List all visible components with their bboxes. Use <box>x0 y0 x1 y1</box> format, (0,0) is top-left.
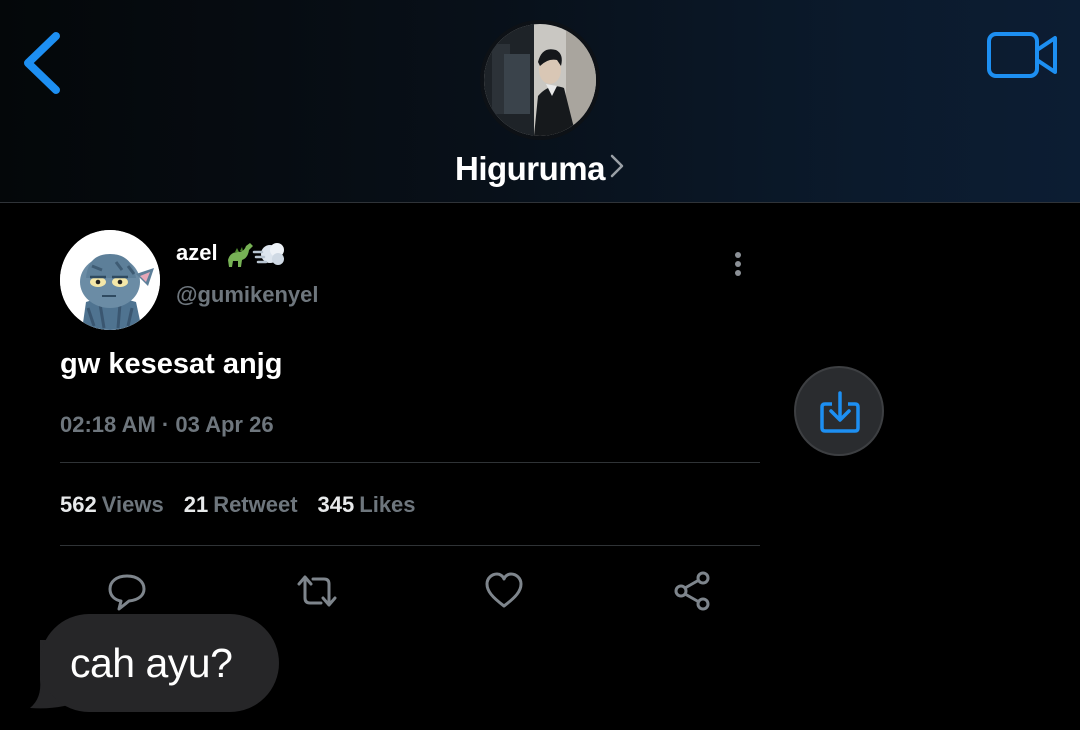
more-vertical-icon <box>735 252 741 276</box>
divider <box>60 462 760 463</box>
contact-name-button[interactable]: Higuruma <box>0 150 1080 188</box>
tweet-author-avatar[interactable] <box>60 230 160 330</box>
likes-label: Likes <box>359 492 416 517</box>
video-call-button[interactable] <box>985 30 1061 80</box>
views-label: Views <box>101 492 164 517</box>
like-icon <box>485 572 523 608</box>
contact-name: Higuruma <box>454 150 606 187</box>
retweet-count: 21 <box>183 492 209 517</box>
message-bubble[interactable]: cah ayu? <box>40 614 279 712</box>
tweet-stats: 562 Views 21 Retweet 345 Likes <box>60 492 436 518</box>
reply-icon <box>108 574 146 611</box>
tweet-more-menu[interactable] <box>728 250 748 280</box>
tweet-author-name[interactable]: azel <box>176 240 218 266</box>
tweet-timestamp: 02:18 AM · 03 Apr 26 <box>60 412 274 437</box>
retweet-icon <box>297 575 337 607</box>
share-button[interactable] <box>672 570 712 612</box>
dinosaur-icon <box>228 243 253 267</box>
likes-count: 345 <box>317 492 355 517</box>
dash-cloud-icon <box>252 243 284 265</box>
contact-avatar[interactable] <box>480 20 600 140</box>
video-camera-icon <box>987 32 1057 78</box>
views-count: 562 <box>60 492 97 517</box>
download-icon <box>820 391 860 433</box>
divider <box>60 545 760 546</box>
retweet-label: Retweet <box>213 492 298 517</box>
download-button[interactable] <box>794 366 884 456</box>
avatar-image <box>484 24 596 136</box>
tweet-author-handle[interactable]: @gumikenyel <box>176 282 319 308</box>
avatar-image <box>60 230 160 330</box>
reply-button[interactable] <box>107 570 147 612</box>
like-button[interactable] <box>484 570 524 612</box>
tweet-text: gw kesesat anjg <box>60 348 283 380</box>
chevron-right-icon <box>609 149 625 187</box>
share-icon <box>674 571 710 611</box>
retweet-button[interactable] <box>296 570 337 612</box>
name-emoji-icons <box>224 238 286 270</box>
back-button[interactable] <box>18 28 68 98</box>
chat-header: Higuruma <box>0 0 1080 203</box>
message-text: cah ayu? <box>70 640 233 686</box>
chevron-left-icon <box>24 32 60 94</box>
